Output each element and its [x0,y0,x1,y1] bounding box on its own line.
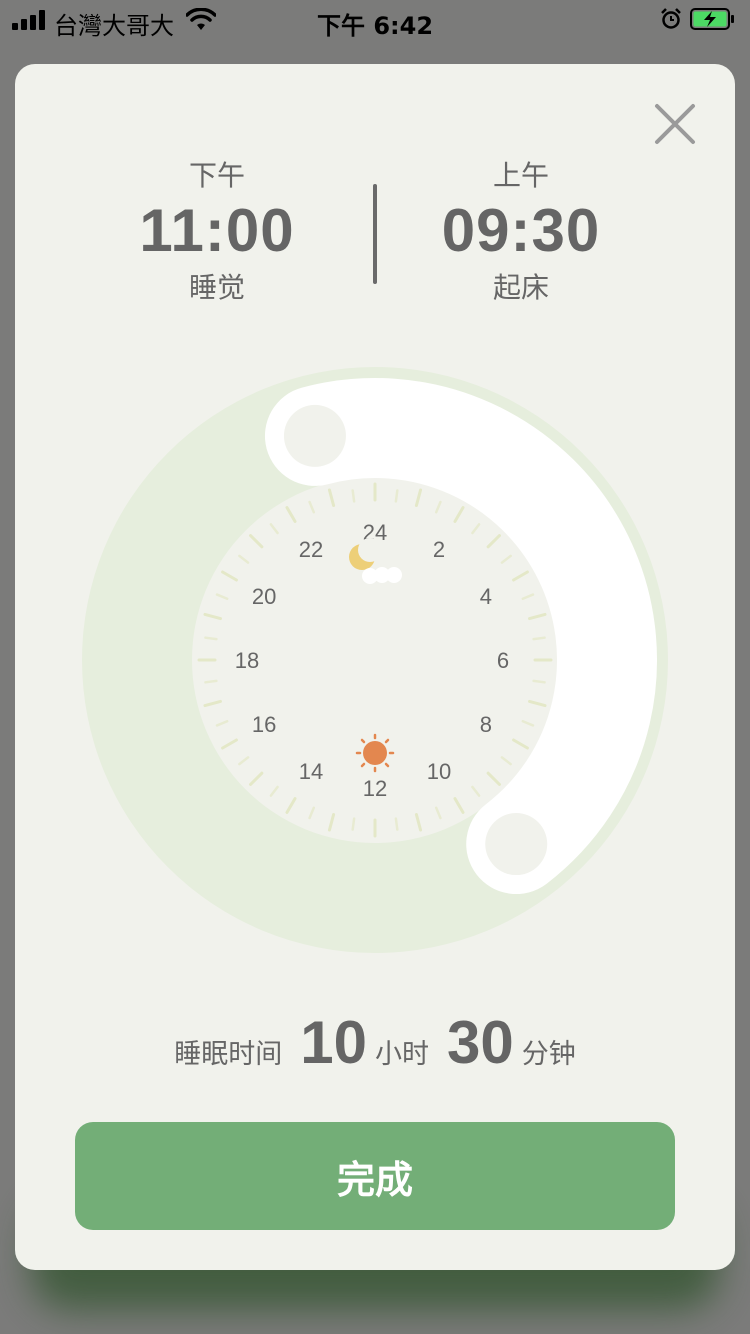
clock-tick [532,636,546,641]
hour-label: 22 [299,537,323,562]
clock-tick [394,817,399,831]
duration-prefix: 睡眠时间 [174,1039,283,1070]
hour-label: 20 [252,584,276,609]
hour-label: 8 [480,712,492,737]
duration-hours: 10 [300,1009,367,1076]
done-button[interactable]: 完成 [75,1122,675,1230]
clock-tick [204,636,218,641]
alarm-icon [661,8,681,29]
duration-minutes: 30 [447,1009,514,1076]
hour-label: 16 [252,712,276,737]
bedtime-handle[interactable] [283,404,346,467]
hour-label: 12 [363,776,387,801]
hour-label: 10 [427,759,451,784]
sleep-duration: 睡眠时间 10 小时 30 分钟 [15,1008,735,1077]
status-bar: 台灣大哥大 下午 6:42 [0,0,750,40]
sleep-time-sheet: 下午 11:00 睡觉 上午 09:30 起床 24 2 4 6 8 10 12 14 16 18… [15,64,735,1270]
battery-icon [690,8,734,30]
clock-tick [532,679,546,684]
duration-minutes-unit: 分钟 [521,1039,576,1070]
hour-label: 4 [480,584,492,609]
duration-hours-unit: 小时 [375,1039,429,1070]
hour-label: 6 [497,648,509,673]
hour-label: 14 [299,759,323,784]
clock-tick [204,679,218,684]
clock-tick [394,489,399,503]
hour-label: 18 [235,648,259,673]
sleep-dial[interactable]: 24246810121416182022 [15,64,735,1270]
hour-label: 2 [433,537,445,562]
wake-handle[interactable] [485,813,548,876]
clock-tick [351,489,356,503]
status-time: 下午 6:42 [316,12,434,40]
clock-tick [351,817,356,831]
